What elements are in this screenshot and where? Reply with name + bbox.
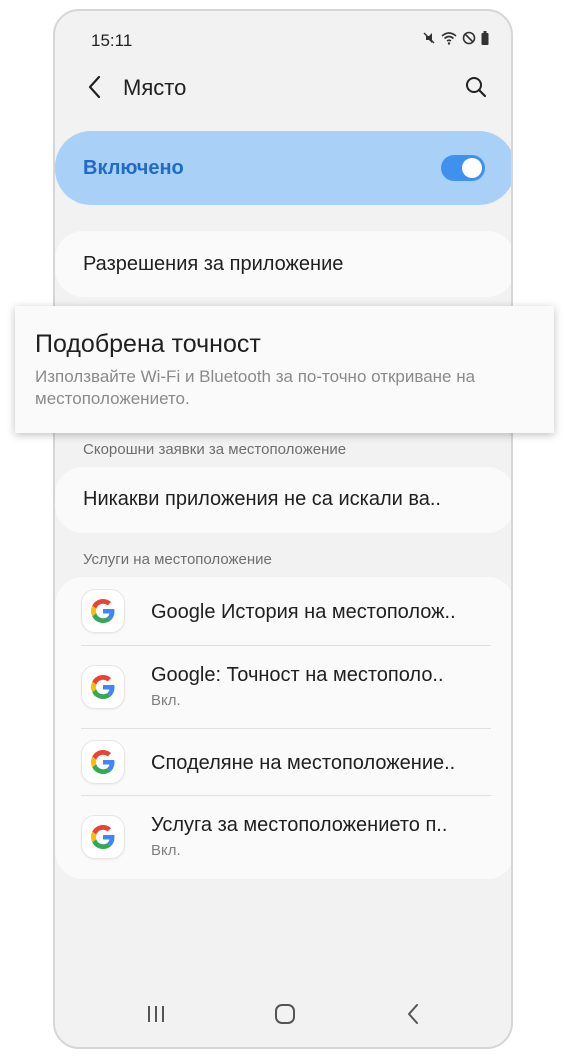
recents-button[interactable]	[141, 1001, 171, 1031]
improved-accuracy-item[interactable]: Подобрена точност Използвайте Wi-Fi и Bl…	[15, 306, 554, 433]
list-item[interactable]: Споделяне на местоположение..	[55, 729, 511, 795]
page-title: Място	[123, 75, 187, 100]
app-permissions-item[interactable]: Разрешения за приложение	[55, 231, 511, 297]
phone-screen: 15:11 Място Включено Разрешения за прило…	[53, 9, 513, 1049]
recent-requests-header: Скорошни заявки за местоположение	[83, 441, 347, 458]
home-icon	[274, 1003, 296, 1030]
improved-accuracy-title: Подобрена точност	[35, 330, 261, 358]
wifi-icon	[441, 31, 457, 45]
location-master-switch[interactable]: Включено	[55, 131, 511, 205]
list-item[interactable]: Google: Точност на местополо.. Вкл.	[55, 646, 511, 728]
master-switch-label: Включено	[83, 157, 184, 179]
service-subtitle: Вкл.	[151, 842, 181, 859]
mute-icon	[422, 31, 436, 45]
recent-requests-item[interactable]: Никакви приложения не са искали ва..	[55, 467, 511, 533]
back-button[interactable]	[81, 75, 107, 103]
service-title: Google: Точност на местополо..	[151, 664, 444, 686]
header: Място	[55, 69, 511, 109]
service-title: Споделяне на местоположение..	[151, 752, 456, 774]
google-icon	[81, 815, 125, 859]
chevron-left-icon	[87, 75, 101, 104]
service-subtitle: Вкл.	[151, 692, 181, 709]
back-nav-icon	[406, 1003, 420, 1030]
location-services-list: Google История на местополож.. Google: Т…	[55, 577, 511, 879]
location-services-header: Услуги на местоположение	[83, 551, 272, 568]
location-toggle[interactable]	[441, 155, 485, 181]
google-icon	[81, 740, 125, 784]
status-time: 15:11	[91, 31, 133, 50]
list-item[interactable]: Google История на местополож..	[55, 577, 511, 645]
recent-requests-label: Никакви приложения не са искали ва..	[83, 488, 441, 510]
service-title: Google История на местополож..	[151, 601, 456, 623]
battery-icon	[481, 31, 489, 45]
google-icon	[81, 589, 125, 633]
google-icon	[81, 665, 125, 709]
search-button[interactable]	[461, 74, 491, 104]
block-icon	[462, 31, 476, 45]
navigation-bar	[55, 995, 511, 1035]
back-nav-button[interactable]	[398, 1001, 428, 1031]
recents-icon	[146, 1004, 166, 1029]
toggle-knob	[462, 158, 482, 178]
status-icons	[422, 31, 489, 45]
search-icon	[465, 76, 487, 103]
app-permissions-label: Разрешения за приложение	[83, 253, 344, 275]
improved-accuracy-subtitle: Използвайте Wi-Fi и Bluetooth за по-точн…	[35, 367, 476, 408]
service-title: Услуга за местоположението п..	[151, 814, 448, 836]
list-item[interactable]: Услуга за местоположението п.. Вкл.	[55, 796, 511, 878]
home-button[interactable]	[270, 1001, 300, 1031]
